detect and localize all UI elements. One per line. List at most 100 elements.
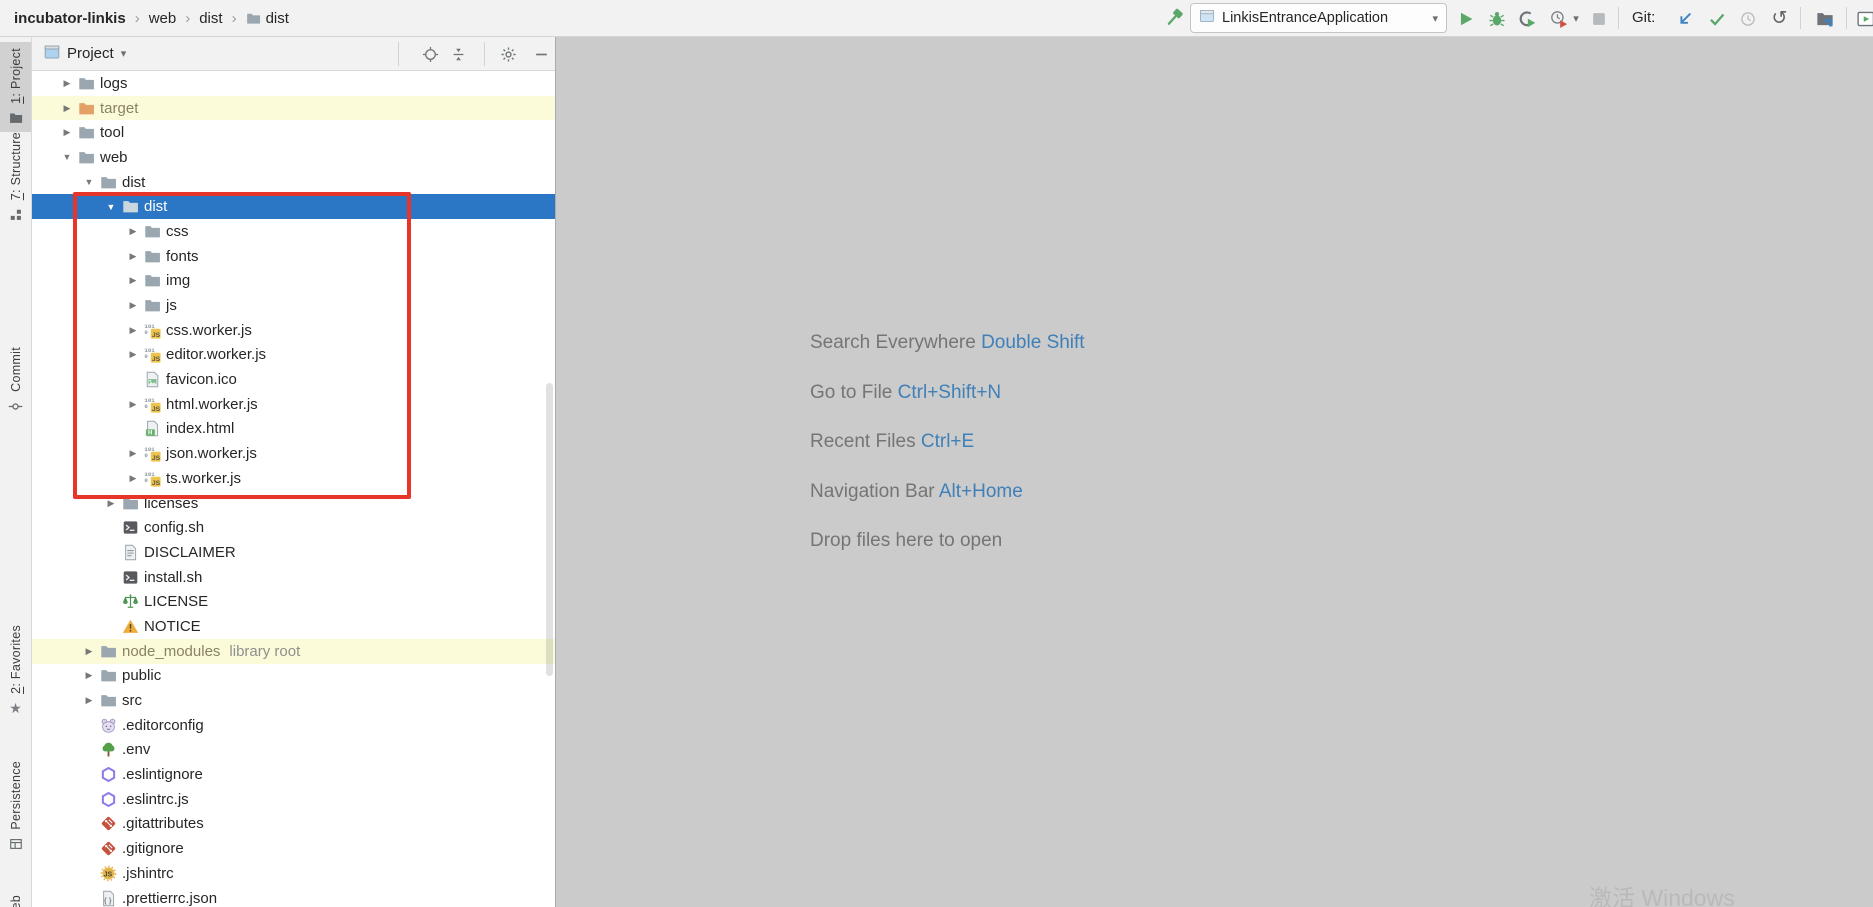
tree-collapsed-arrow-icon[interactable]: ▶ [123, 325, 143, 336]
run-button[interactable] [1456, 9, 1475, 28]
hint-shortcut-keys: Ctrl+Shift+N [898, 382, 1001, 403]
tree-item-install-sh[interactable]: install.sh [32, 565, 555, 590]
tree-item-editor-worker-js[interactable]: ▶ 101 0 JSeditor.worker.js [32, 343, 555, 368]
tree-item-license[interactable]: LICENSE [32, 589, 555, 614]
hint-shortcut-keys: Alt+Home [939, 481, 1023, 502]
tree-item-gitignore[interactable]: .gitignore [32, 836, 555, 861]
tree-item-jshintrc[interactable]: JS.jshintrc [32, 861, 555, 886]
tree-item-dist[interactable]: ▼ dist [32, 194, 555, 219]
tree-collapsed-arrow-icon[interactable]: ▶ [57, 127, 77, 138]
tree-expanded-arrow-icon[interactable]: ▼ [79, 177, 99, 187]
chevron-down-icon: ▾ [1432, 12, 1438, 25]
svg-text:0: 0 [144, 477, 148, 484]
tree-item-logs[interactable]: ▶ logs [32, 71, 555, 96]
run-anything-icon[interactable] [1856, 9, 1873, 28]
tree-collapsed-arrow-icon[interactable]: ▶ [79, 670, 99, 681]
profiler-chevron-icon[interactable]: ▾ [1570, 9, 1582, 28]
tree-item-eslintrc-js[interactable]: .eslintrc.js [32, 787, 555, 812]
tree-item-fonts[interactable]: ▶ fonts [32, 244, 555, 269]
profiler-button[interactable] [1549, 9, 1568, 28]
breadcrumb-item-incubator-linkis[interactable]: incubator-linkis [14, 10, 126, 27]
tool-window-button-commit[interactable]: Commit [0, 341, 31, 420]
folder-icon [99, 667, 117, 685]
tree-collapsed-arrow-icon[interactable]: ▶ [123, 473, 143, 484]
breadcrumb-item-dist[interactable]: dist [246, 10, 289, 27]
project-tree: ▶ logs▶ target▶ tool▼ web▼ dist▼ dist▶ c… [32, 71, 555, 907]
project-panel-header: Project ▾ [32, 37, 555, 71]
tree-collapsed-arrow-icon[interactable]: ▶ [101, 498, 121, 509]
svg-text:JS: JS [151, 331, 160, 338]
tree-collapsed-arrow-icon[interactable]: ▶ [123, 349, 143, 360]
project-view-selector[interactable]: Project ▾ [32, 37, 555, 70]
tool-window-stripe: 1: Project 7: Structure Commit 2: Favori… [0, 37, 32, 907]
tree-item-eslintignore[interactable]: .eslintignore [32, 762, 555, 787]
tree-item-json-worker-js[interactable]: ▶ 101 0 JSjson.worker.js [32, 441, 555, 466]
tree-item-html-worker-js[interactable]: ▶ 101 0 JShtml.worker.js [32, 392, 555, 417]
tree-item-index-html[interactable]: Hindex.html [32, 417, 555, 442]
tree-item-label: css [166, 223, 189, 240]
vcs-rollback-button[interactable]: ↺ [1770, 9, 1789, 28]
tree-item-src[interactable]: ▶ src [32, 688, 555, 713]
locate-file-icon[interactable] [421, 45, 439, 63]
tree-item-js[interactable]: ▶ js [32, 293, 555, 318]
collapse-all-icon[interactable] [449, 45, 467, 63]
tree-item-node-modules[interactable]: ▶ node_moduleslibrary root [32, 639, 555, 664]
breadcrumb-item-dist[interactable]: dist [199, 10, 222, 27]
tree-item-config-sh[interactable]: config.sh [32, 515, 555, 540]
tree-item-target[interactable]: ▶ target [32, 96, 555, 121]
tool-window-button-web[interactable]: Web [0, 889, 31, 907]
gear-icon[interactable] [499, 45, 517, 63]
hide-panel-icon[interactable] [532, 45, 550, 63]
tree-item-licenses[interactable]: ▶ licenses [32, 491, 555, 516]
project-structure-icon[interactable] [1815, 9, 1834, 28]
vcs-update-button[interactable] [1675, 9, 1694, 28]
tree-collapsed-arrow-icon[interactable]: ▶ [123, 448, 143, 459]
tree-item-dist[interactable]: ▼ dist [32, 170, 555, 195]
tree-item-env[interactable]: .env [32, 738, 555, 763]
tree-expanded-arrow-icon[interactable]: ▼ [57, 152, 77, 162]
tree-item-css[interactable]: ▶ css [32, 219, 555, 244]
tree-item-css-worker-js[interactable]: ▶ 101 0 JScss.worker.js [32, 318, 555, 343]
top-bar: incubator-linkis›web›dist› dist LinkisEn… [0, 0, 1873, 37]
tree-collapsed-arrow-icon[interactable]: ▶ [123, 399, 143, 410]
tree-item-web[interactable]: ▼ web [32, 145, 555, 170]
tool-window-button-2-favorites[interactable]: 2: Favorites★ [0, 619, 31, 722]
tree-collapsed-arrow-icon[interactable]: ▶ [123, 251, 143, 262]
tree-collapsed-arrow-icon[interactable]: ▶ [123, 300, 143, 311]
project-folder-icon [8, 111, 23, 126]
tool-window-button-persistence[interactable]: Persistence [0, 755, 31, 858]
tree-collapsed-arrow-icon[interactable]: ▶ [57, 78, 77, 89]
tree-collapsed-arrow-icon[interactable]: ▶ [123, 226, 143, 237]
tree-item-label: js [166, 297, 177, 314]
tool-window-button-1-project[interactable]: 1: Project [0, 42, 31, 132]
run-with-coverage-button[interactable] [1517, 9, 1536, 28]
tree-item-favicon-ico[interactable]: favicon.ico [32, 367, 555, 392]
tree-item-ts-worker-js[interactable]: ▶ 101 0 JSts.worker.js [32, 466, 555, 491]
tree-item-prettierrc-json[interactable]: { }.prettierrc.json [32, 886, 555, 907]
breadcrumb-item-web[interactable]: web [149, 10, 177, 27]
svg-text:{ }: { } [103, 895, 111, 904]
tree-collapsed-arrow-icon[interactable]: ▶ [57, 103, 77, 114]
tree-item-img[interactable]: ▶ img [32, 269, 555, 294]
tree-collapsed-arrow-icon[interactable]: ▶ [79, 646, 99, 657]
debug-button[interactable] [1487, 9, 1506, 28]
tree-item-gitattributes[interactable]: .gitattributes [32, 812, 555, 837]
vcs-commit-button[interactable] [1707, 9, 1726, 28]
vcs-history-button [1738, 9, 1757, 28]
tree-scrollbar[interactable] [546, 383, 553, 676]
run-configuration-select[interactable]: LinkisEntranceApplication ▾ [1190, 3, 1447, 33]
chevron-down-icon: ▾ [121, 47, 127, 60]
tree-item-tool[interactable]: ▶ tool [32, 120, 555, 145]
header-separator [484, 42, 485, 66]
tree-item-disclaimer[interactable]: DISCLAIMER [32, 540, 555, 565]
tree-item-label: .editorconfig [122, 717, 204, 734]
tool-window-button-7-structure[interactable]: 7: Structure [0, 126, 31, 228]
tree-expanded-arrow-icon[interactable]: ▼ [101, 202, 121, 212]
tree-item-editorconfig[interactable]: .editorconfig [32, 713, 555, 738]
tree-collapsed-arrow-icon[interactable]: ▶ [123, 275, 143, 286]
build-hammer-icon[interactable] [1163, 7, 1185, 29]
tree-collapsed-arrow-icon[interactable]: ▶ [79, 695, 99, 706]
tree-item-public[interactable]: ▶ public [32, 664, 555, 689]
star-icon: ★ [8, 701, 23, 716]
tree-item-notice[interactable]: NOTICE [32, 614, 555, 639]
